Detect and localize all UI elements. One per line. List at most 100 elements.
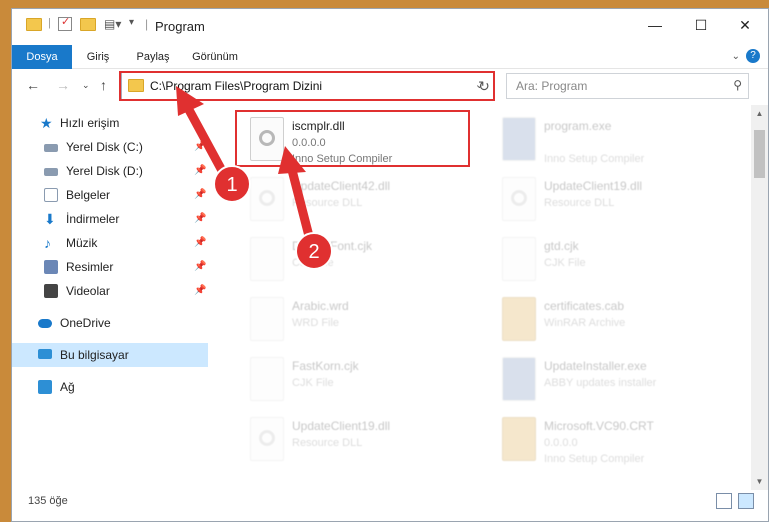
- file-details: WinRAR Archive: [544, 317, 626, 329]
- file-item[interactable]: program.exe Inno Setup Compiler: [492, 111, 742, 167]
- scroll-down-icon[interactable]: ▼: [751, 477, 768, 486]
- file-details: Resource DLL: [544, 197, 615, 209]
- help-icon[interactable]: ?: [746, 49, 760, 63]
- sidebar-item-music[interactable]: ♪ Müzik 📌: [12, 231, 208, 255]
- network-icon: [38, 380, 52, 394]
- file-name: UpdateClient19.dll: [292, 419, 391, 433]
- archive-icon: [502, 297, 536, 341]
- sidebar-item-disk-c[interactable]: Yerel Disk (C:) 📌: [12, 135, 208, 159]
- file-name: UpdateClient42.dll: [292, 179, 391, 193]
- folder-icon: [26, 18, 42, 31]
- separator-icon: |: [48, 17, 51, 29]
- file-item[interactable]: Arabic.wrd WRD File: [240, 291, 490, 347]
- forward-button[interactable]: →: [56, 77, 70, 93]
- navigation-pane: ★ Hızlı erişim Yerel Disk (C:) 📌 Yerel D…: [12, 105, 212, 485]
- back-button[interactable]: ←: [26, 77, 40, 93]
- file-name: Microsoft.VC90.CRT: [544, 419, 654, 433]
- sidebar-item-label: Bu bilgisayar: [60, 348, 129, 362]
- pin-icon[interactable]: 📌: [194, 159, 206, 183]
- file-details: 0.0.0.0 Inno Setup Compiler: [544, 437, 645, 465]
- file-details: CJK File: [292, 377, 334, 389]
- properties-icon[interactable]: ✓: [58, 16, 72, 31]
- ribbon-tabs: Dosya Giriş Paylaş Görünüm ⌄ ?: [12, 45, 768, 69]
- pin-icon[interactable]: 📌: [194, 135, 206, 159]
- sidebar-item-label: OneDrive: [60, 316, 111, 330]
- dll-gear-icon: [250, 417, 284, 461]
- file-details: Resource DLL: [292, 197, 363, 209]
- sidebar-item-this-pc[interactable]: Bu bilgisayar: [12, 343, 208, 367]
- tab-share[interactable]: Paylaş: [128, 45, 178, 69]
- sidebar-item-videos[interactable]: Videolar 📌: [12, 279, 208, 303]
- file-name: program.exe: [544, 119, 612, 133]
- status-bar: 135 öğe: [12, 493, 768, 515]
- file-details: Resource DLL: [292, 437, 363, 449]
- file-item[interactable]: UpdateClient42.dll Resource DLL: [240, 171, 490, 227]
- sidebar-item-label: Videolar: [66, 284, 110, 298]
- annotation-box-address: [119, 71, 495, 101]
- search-placeholder: Ara: Program: [516, 79, 588, 93]
- download-icon: ⬇: [44, 211, 56, 227]
- tab-file[interactable]: Dosya: [12, 45, 72, 69]
- details-view-icon[interactable]: [716, 493, 732, 509]
- tab-view[interactable]: Görünüm: [186, 45, 244, 69]
- file-icon: [250, 237, 284, 281]
- file-item[interactable]: Microsoft.VC90.CRT 0.0.0.0 Inno Setup Com…: [492, 411, 742, 467]
- installer-icon: [502, 357, 536, 401]
- up-button[interactable]: ↑: [100, 77, 107, 93]
- file-item[interactable]: UpdateClient19.dll Resource DLL: [240, 411, 490, 467]
- file-name: FastKorn.cjk: [292, 359, 359, 373]
- chevron-down-icon[interactable]: ⌄: [732, 51, 740, 62]
- file-item[interactable]: FastKorn.cjk CJK File: [240, 351, 490, 407]
- quick-access-dropdown-icon[interactable]: ▾: [129, 17, 134, 35]
- sidebar-item-label: Belgeler: [66, 188, 111, 202]
- sidebar-item-onedrive[interactable]: OneDrive: [12, 311, 208, 335]
- file-details: CJK File: [292, 257, 334, 269]
- customize-toolbar-icon[interactable]: ▤▾: [104, 17, 121, 35]
- file-details: WRD File: [292, 317, 340, 329]
- scroll-up-icon[interactable]: ▲: [751, 109, 768, 118]
- sidebar-item-label: Ağ: [60, 380, 75, 394]
- pin-icon[interactable]: 📌: [194, 207, 206, 231]
- file-name: Arabic.wrd: [292, 299, 349, 313]
- sidebar-item-downloads[interactable]: ⬇ İndirmeler 📌: [12, 207, 208, 231]
- music-icon: ♪: [44, 235, 51, 251]
- sidebar-item-pictures[interactable]: Resimler 📌: [12, 255, 208, 279]
- pin-icon[interactable]: 📌: [194, 255, 206, 279]
- file-name: UpdateInstaller.exe: [544, 359, 647, 373]
- file-item[interactable]: DefaultFont.cjk CJK File: [240, 231, 490, 287]
- new-folder-icon[interactable]: [80, 18, 96, 31]
- pin-icon[interactable]: 📌: [194, 231, 206, 255]
- sidebar-item-label: İndirmeler: [66, 212, 120, 226]
- vertical-scrollbar[interactable]: ▲ ▼: [751, 105, 768, 490]
- minimize-button[interactable]: —: [632, 9, 678, 41]
- sidebar-item-disk-d[interactable]: Yerel Disk (D:) 📌: [12, 159, 208, 183]
- sidebar-item-label: Yerel Disk (C:): [66, 140, 143, 154]
- maximize-button[interactable]: ☐: [678, 9, 724, 41]
- tiles-view-icon[interactable]: [738, 493, 754, 509]
- pictures-icon: [44, 260, 58, 274]
- scrollbar-thumb[interactable]: [754, 130, 765, 178]
- recent-locations-button[interactable]: ⌄: [82, 80, 90, 91]
- close-button[interactable]: ✕: [722, 9, 768, 41]
- tab-home[interactable]: Giriş: [78, 45, 118, 69]
- file-details: ABBY updates installer: [544, 377, 657, 389]
- file-item[interactable]: UpdateClient19.dll Resource DLL: [492, 171, 742, 227]
- dll-gear-icon: [502, 177, 536, 221]
- file-icon: [250, 357, 284, 401]
- separator-icon: |: [145, 17, 149, 31]
- file-item[interactable]: certificates.cab WinRAR Archive: [492, 291, 742, 347]
- file-item[interactable]: UpdateInstaller.exe ABBY updates install…: [492, 351, 742, 407]
- file-item[interactable]: gtd.cjk CJK File: [492, 231, 742, 287]
- sidebar-item-documents[interactable]: Belgeler 📌: [12, 183, 208, 207]
- pin-icon[interactable]: 📌: [194, 183, 206, 207]
- search-input[interactable]: Ara: Program ⚲: [506, 73, 749, 99]
- sidebar-item-quick-access[interactable]: ★ Hızlı erişim: [12, 111, 208, 135]
- sidebar-item-label: Hızlı erişim: [60, 116, 120, 130]
- window-title: Program: [155, 19, 205, 34]
- pin-icon[interactable]: 📌: [194, 279, 206, 303]
- file-icon: [250, 297, 284, 341]
- navigation-bar: ← → ⌄ ↑ C:\Program Files\Program Dizini …: [12, 71, 768, 101]
- file-name: gtd.cjk: [544, 239, 579, 253]
- sidebar-item-network[interactable]: Ağ: [12, 375, 208, 399]
- file-name: certificates.cab: [544, 299, 625, 313]
